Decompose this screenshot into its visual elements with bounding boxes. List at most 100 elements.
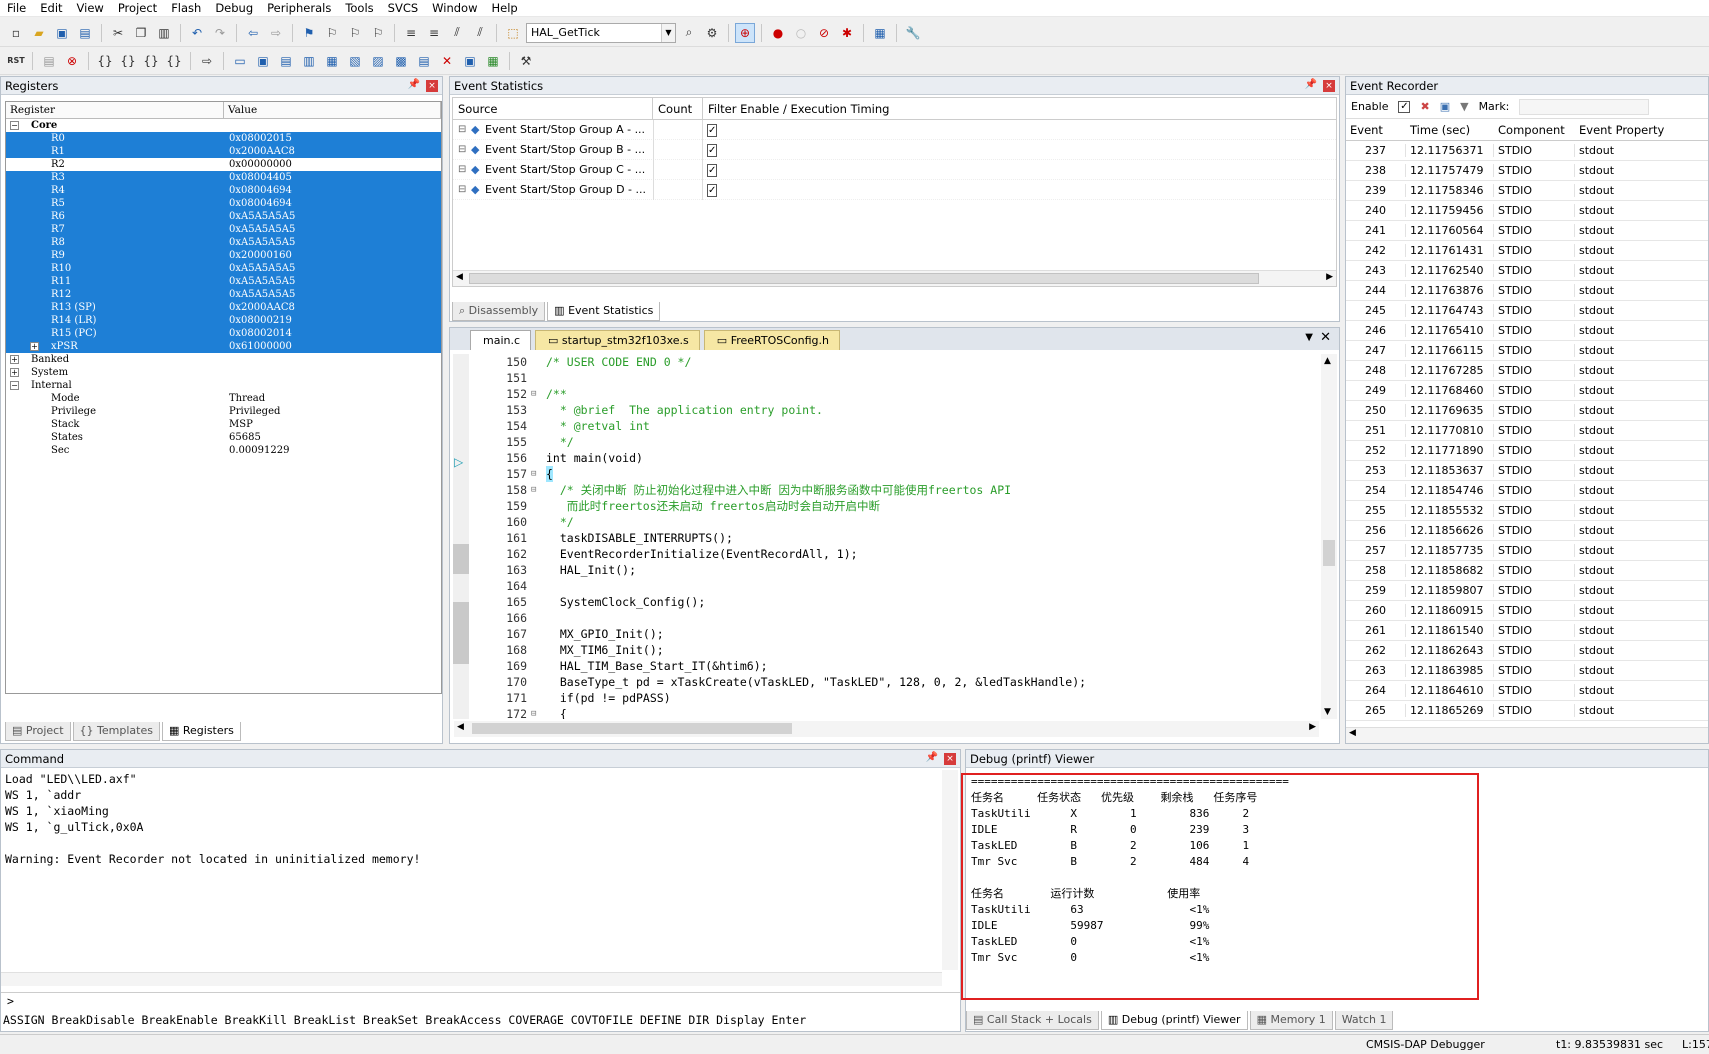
find-icon[interactable]: ⌕ xyxy=(679,23,699,43)
event-statistics-row[interactable]: ⊟ ◆ Event Start/Stop Group C - ... ✓ xyxy=(453,159,1336,180)
step-into-icon[interactable]: {} xyxy=(95,51,115,71)
save-all-icon[interactable]: ▤ xyxy=(75,23,95,43)
scroll-right-icon[interactable]: ▶ xyxy=(1309,722,1316,732)
code-line[interactable]: 163 HAL_Init(); xyxy=(469,562,1317,578)
internal-row[interactable]: Stack MSP xyxy=(6,418,441,431)
breakpoint-disable-icon[interactable]: ○ xyxy=(791,23,811,43)
event-statistics-row[interactable]: ⊟ ◆ Event Start/Stop Group A - ... ✓ xyxy=(453,119,1336,140)
horizontal-scrollbar[interactable]: ◀ xyxy=(1346,727,1708,743)
tree-node-internal[interactable]: − Internal xyxy=(6,379,441,392)
recorder-row[interactable]: 245 12.11764743 STDIO stdout xyxy=(1346,301,1708,321)
menu-file[interactable]: File xyxy=(0,1,33,15)
recorder-row[interactable]: 259 12.11859807 STDIO stdout xyxy=(1346,581,1708,601)
col-filter[interactable]: Filter Enable / Execution Timing xyxy=(703,98,1336,120)
col-count[interactable]: Count xyxy=(653,97,703,120)
recorder-row[interactable]: 257 12.11857735 STDIO stdout xyxy=(1346,541,1708,561)
collapse-icon[interactable]: − xyxy=(10,121,19,130)
recorder-row[interactable]: 240 12.11759456 STDIO stdout xyxy=(1346,201,1708,221)
tab-registers[interactable]: ▦ Registers xyxy=(161,722,241,741)
code-line[interactable]: 170 BaseType_t pd = xTaskCreate(vTaskLED… xyxy=(469,674,1317,690)
code-line[interactable]: 169 HAL_TIM_Base_Start_IT(&htim6); xyxy=(469,658,1317,674)
serial-window-icon[interactable]: ▩ xyxy=(391,51,411,71)
breakpoint-kill-all-icon[interactable]: ✱ xyxy=(837,23,857,43)
recorder-row[interactable]: 258 12.11858682 STDIO stdout xyxy=(1346,561,1708,581)
register-row[interactable]: R10 0xA5A5A5A5 xyxy=(6,262,441,275)
horizontal-scrollbar[interactable] xyxy=(1,972,942,986)
debug-session-icon[interactable]: ⊕ xyxy=(735,22,755,43)
enable-checkbox[interactable]: ✓ xyxy=(1398,100,1411,113)
scroll-right-icon[interactable]: ▶ xyxy=(1326,272,1333,282)
registers-window-icon[interactable]: ▥ xyxy=(299,51,319,71)
pin-icon[interactable]: 📌 xyxy=(926,752,938,763)
command-window-icon[interactable]: ▭ xyxy=(230,51,250,71)
register-row[interactable]: R6 0xA5A5A5A5 xyxy=(6,210,441,223)
call-stack-window-icon[interactable]: ▦ xyxy=(322,51,342,71)
event-statistics-row[interactable]: ⊟ ◆ Event Start/Stop Group D - ... ✓ xyxy=(453,179,1336,200)
toolbox-icon[interactable]: ▦ xyxy=(483,51,503,71)
bookmark-prev-icon[interactable]: ⚐ xyxy=(322,23,342,43)
menu-svcs[interactable]: SVCS xyxy=(381,1,426,15)
recorder-row[interactable]: 246 12.11765410 STDIO stdout xyxy=(1346,321,1708,341)
recorder-row[interactable]: 250 12.11769635 STDIO stdout xyxy=(1346,401,1708,421)
tab-startup[interactable]: ▭ startup_stm32f103xe.s xyxy=(535,330,700,350)
code-line[interactable]: 156 int main(void) xyxy=(469,450,1317,466)
recorder-row[interactable]: 249 12.11768460 STDIO stdout xyxy=(1346,381,1708,401)
code-line[interactable]: 158 ⊟ /* 关闭中断 防止初始化过程中进入中断 因为中断服务函数中可能使用f… xyxy=(469,482,1317,498)
recorder-row[interactable]: 252 12.11771890 STDIO stdout xyxy=(1346,441,1708,461)
register-row[interactable]: R7 0xA5A5A5A5 xyxy=(6,223,441,236)
save-icon[interactable]: ▣ xyxy=(52,23,72,43)
filter-checkbox[interactable]: ✓ xyxy=(707,124,718,137)
register-row[interactable]: R5 0x08004694 xyxy=(6,197,441,210)
indent-icon[interactable]: ≡ xyxy=(401,23,421,43)
recorder-row[interactable]: 242 12.11761431 STDIO stdout xyxy=(1346,241,1708,261)
open-folder-icon[interactable]: ▰ xyxy=(29,23,49,43)
tree-node-system[interactable]: + System xyxy=(6,366,441,379)
new-file-icon[interactable]: ▫ xyxy=(6,23,26,43)
uncomment-icon[interactable]: ⫽ xyxy=(470,23,490,43)
menu-peripherals[interactable]: Peripherals xyxy=(260,1,338,15)
expand-icon[interactable]: + xyxy=(10,355,19,364)
unindent-icon[interactable]: ≡ xyxy=(424,23,444,43)
symbols-window-icon[interactable]: ▤ xyxy=(276,51,296,71)
close-icon[interactable]: × xyxy=(1323,80,1335,92)
pin-icon[interactable]: 📌 xyxy=(408,79,420,90)
scroll-left-icon[interactable]: ◀ xyxy=(456,272,463,282)
nav-forward-icon[interactable]: ⇨ xyxy=(266,23,286,43)
recorder-row[interactable]: 264 12.11864610 STDIO stdout xyxy=(1346,681,1708,701)
expand-icon[interactable]: + xyxy=(10,368,19,377)
tab-watch-1[interactable]: Watch 1 xyxy=(1334,1011,1394,1030)
code-line[interactable]: 160 */ xyxy=(469,514,1317,530)
recorder-row[interactable]: 251 12.11770810 STDIO stdout xyxy=(1346,421,1708,441)
recorder-row[interactable]: 253 12.11853637 STDIO stdout xyxy=(1346,461,1708,481)
tab-memory-1[interactable]: ▦ Memory 1 xyxy=(1249,1011,1333,1030)
fold-icon[interactable]: ⊟ xyxy=(531,482,536,498)
code-line[interactable]: 162 EventRecorderInitialize(EventRecordA… xyxy=(469,546,1317,562)
register-row[interactable]: R14 (LR) 0x08000219 xyxy=(6,314,441,327)
register-row[interactable]: R0 0x08002015 xyxy=(6,132,441,145)
collapse-icon[interactable]: ⊟ xyxy=(453,144,471,155)
find-combo[interactable]: HAL_GetTick ▼ xyxy=(526,22,676,43)
bookmark-icon[interactable]: ⚑ xyxy=(299,23,319,43)
tab-disassembly[interactable]: ⌕ Disassembly xyxy=(452,302,546,321)
reset-icon[interactable]: RST xyxy=(6,51,26,71)
analysis-window-icon[interactable]: ▤ xyxy=(414,51,434,71)
tab-event-statistics[interactable]: ▥ Event Statistics xyxy=(547,302,661,321)
disassembly-window-icon[interactable]: ▣ xyxy=(253,51,273,71)
register-row[interactable]: R9 0x20000160 xyxy=(6,249,441,262)
tree-node-core[interactable]: − Core xyxy=(6,119,441,132)
save-icon[interactable]: ▣ xyxy=(1440,100,1450,113)
incremental-find-icon[interactable]: ⚙ xyxy=(702,23,722,43)
run-icon[interactable]: ▤ xyxy=(39,51,59,71)
scroll-left-icon[interactable]: ◀ xyxy=(1349,728,1356,738)
menu-project[interactable]: Project xyxy=(111,1,164,15)
col-event-property[interactable]: Event Property xyxy=(1575,123,1708,137)
pin-icon[interactable]: 📌 xyxy=(1305,79,1317,90)
filter-icon[interactable]: ▼ xyxy=(1460,100,1468,113)
recorder-row[interactable]: 237 12.11756371 STDIO stdout xyxy=(1346,141,1708,161)
register-row[interactable]: R13 (SP) 0x2000AAC8 xyxy=(6,301,441,314)
col-source[interactable]: Source xyxy=(453,97,653,120)
tab-main-c[interactable]: main.c xyxy=(470,330,532,350)
internal-row[interactable]: Privilege Privileged xyxy=(6,405,441,418)
expand-icon[interactable]: + xyxy=(30,342,39,351)
recorder-row[interactable]: 248 12.11767285 STDIO stdout xyxy=(1346,361,1708,381)
